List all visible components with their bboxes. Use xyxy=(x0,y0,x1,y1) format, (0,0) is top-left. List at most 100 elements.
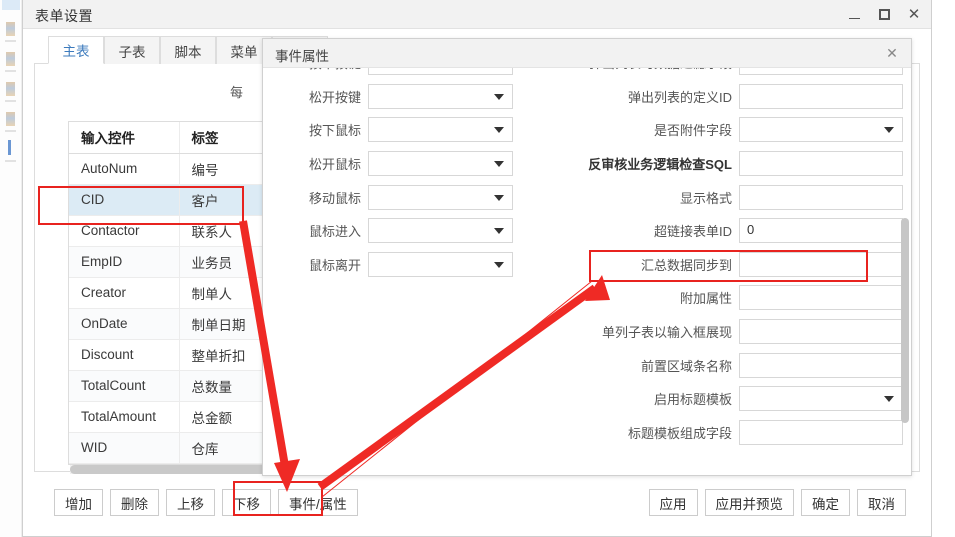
chevron-down-icon xyxy=(494,195,504,201)
cell-control: EmpID xyxy=(69,246,179,277)
field-label: 标题模板组成字段 xyxy=(628,423,732,442)
move-up-button[interactable]: 上移 xyxy=(166,489,215,516)
event-dialog-body: 按下按键 松开按键 按下鼠标 松开鼠标 移动鼠标 xyxy=(263,68,913,477)
tab-main-table[interactable]: 主表 xyxy=(48,36,104,64)
summary-data-sync-to-input[interactable] xyxy=(739,252,903,277)
event-dialog-vertical-scrollbar[interactable] xyxy=(901,218,909,423)
enable-title-template-select[interactable] xyxy=(739,386,903,411)
maximize-button[interactable] xyxy=(875,5,893,23)
event-dialog-title: 事件属性 xyxy=(275,45,329,65)
partial-label: 每 xyxy=(230,82,243,101)
delete-button[interactable]: 删除 xyxy=(110,489,159,516)
minimize-button[interactable] xyxy=(845,5,863,23)
field-label: 是否附件字段 xyxy=(654,120,732,139)
field-label: 单列子表以输入框展现 xyxy=(602,322,732,341)
cancel-button[interactable]: 取消 xyxy=(857,489,906,516)
apply-and-preview-button[interactable]: 应用并预览 xyxy=(705,489,795,516)
background-divider xyxy=(5,160,16,162)
field-row: 超链接表单ID 0 xyxy=(513,214,903,248)
field-row: 标题模板组成字段 xyxy=(513,416,903,450)
close-icon: ✕ xyxy=(908,7,921,22)
event-properties-button[interactable]: 事件/属性 xyxy=(278,489,358,516)
close-button[interactable]: ✕ xyxy=(905,5,923,23)
background-divider xyxy=(5,70,16,72)
property-fields-column: 弹出列表时数据过滤字段 弹出列表的定义ID 是否附件字段 反审核业务逻辑检查SQ… xyxy=(513,68,903,449)
chevron-down-icon xyxy=(884,127,894,133)
additional-attributes-input[interactable] xyxy=(739,285,903,310)
unaudit-business-logic-sql-input[interactable] xyxy=(739,151,903,176)
popup-list-definition-id-input[interactable] xyxy=(739,84,903,109)
field-row: 是否附件字段 xyxy=(513,113,903,147)
field-label: 松开鼠标 xyxy=(309,154,361,173)
title-template-composition-field-input[interactable] xyxy=(739,420,903,445)
field-value: 0 xyxy=(747,222,754,237)
chevron-down-icon xyxy=(494,161,504,167)
field-row: 松开按键 xyxy=(263,80,513,114)
field-label: 鼠标进入 xyxy=(309,221,361,240)
chevron-down-icon xyxy=(494,94,504,100)
mouse-move-select[interactable] xyxy=(368,185,513,210)
scrollbar-thumb[interactable] xyxy=(70,465,292,474)
key-down-select[interactable] xyxy=(368,68,513,75)
background-thumbnail xyxy=(6,112,15,126)
background-caret xyxy=(8,140,11,155)
chevron-down-icon xyxy=(494,127,504,133)
cell-control: Contactor xyxy=(69,215,179,246)
field-row: 汇总数据同步到 xyxy=(513,248,903,282)
background-tab xyxy=(2,0,20,10)
field-row: 按下按键 xyxy=(263,68,513,80)
window-titlebar: 表单设置 ✕ xyxy=(23,0,931,29)
chevron-down-icon xyxy=(884,396,894,402)
popup-list-filter-field-input[interactable] xyxy=(739,68,903,75)
field-row: 鼠标进入 xyxy=(263,214,513,248)
single-column-subtable-input-display[interactable] xyxy=(739,319,903,344)
prefix-area-bar-name-input[interactable] xyxy=(739,353,903,378)
field-row: 反审核业务逻辑检查SQL xyxy=(513,147,903,181)
field-row: 鼠标离开 xyxy=(263,248,513,282)
minimize-icon xyxy=(849,18,860,19)
hyperlink-form-id-input[interactable]: 0 xyxy=(739,218,903,243)
field-label: 反审核业务逻辑检查SQL xyxy=(588,154,732,173)
background-thumbnail xyxy=(6,52,15,66)
tab-script[interactable]: 脚本 xyxy=(160,36,216,64)
tab-label: 子表 xyxy=(119,41,146,61)
screen: 表单设置 ✕ 主表 子表 脚本 菜单 页 每 输入控件 标签 xyxy=(0,0,955,537)
field-toolbar: 增加 删除 上移 下移 事件/属性 xyxy=(54,489,358,516)
event-dialog-close-icon[interactable]: ✕ xyxy=(883,44,901,62)
background-divider xyxy=(5,100,16,102)
add-button[interactable]: 增加 xyxy=(54,489,103,516)
field-label: 弹出列表时数据过滤字段 xyxy=(589,68,732,72)
background-divider xyxy=(5,40,16,42)
tab-label: 主表 xyxy=(63,40,90,60)
display-format-input[interactable] xyxy=(739,185,903,210)
key-up-select[interactable] xyxy=(368,84,513,109)
field-row: 前置区域条名称 xyxy=(513,348,903,382)
tab-label: 脚本 xyxy=(175,41,202,61)
window-controls: ✕ xyxy=(845,5,923,23)
window-title: 表单设置 xyxy=(35,6,93,26)
mouse-up-select[interactable] xyxy=(368,151,513,176)
event-dialog-titlebar: 事件属性 ✕ xyxy=(263,39,911,68)
mouse-leave-select[interactable] xyxy=(368,252,513,277)
cell-control: Creator xyxy=(69,277,179,308)
cell-control: OnDate xyxy=(69,308,179,339)
is-attachment-field-select[interactable] xyxy=(739,117,903,142)
move-down-button[interactable]: 下移 xyxy=(222,489,271,516)
mouse-enter-select[interactable] xyxy=(368,218,513,243)
field-label: 超链接表单ID xyxy=(654,221,732,240)
tab-label: 菜单 xyxy=(231,41,258,61)
field-label: 前置区域条名称 xyxy=(641,356,732,375)
background-divider xyxy=(5,130,16,132)
field-label: 松开按键 xyxy=(309,87,361,106)
chevron-down-icon xyxy=(494,262,504,268)
dialog-actions: 应用 应用并预览 确定 取消 xyxy=(649,489,907,516)
field-label: 移动鼠标 xyxy=(309,188,361,207)
tab-sub-table[interactable]: 子表 xyxy=(104,36,160,64)
cell-control: TotalCount xyxy=(69,370,179,401)
apply-button[interactable]: 应用 xyxy=(649,489,698,516)
mouse-down-select[interactable] xyxy=(368,117,513,142)
cell-control: TotalAmount xyxy=(69,401,179,432)
field-label: 启用标题模板 xyxy=(654,389,732,408)
cell-control: AutoNum xyxy=(69,153,179,184)
ok-button[interactable]: 确定 xyxy=(801,489,850,516)
